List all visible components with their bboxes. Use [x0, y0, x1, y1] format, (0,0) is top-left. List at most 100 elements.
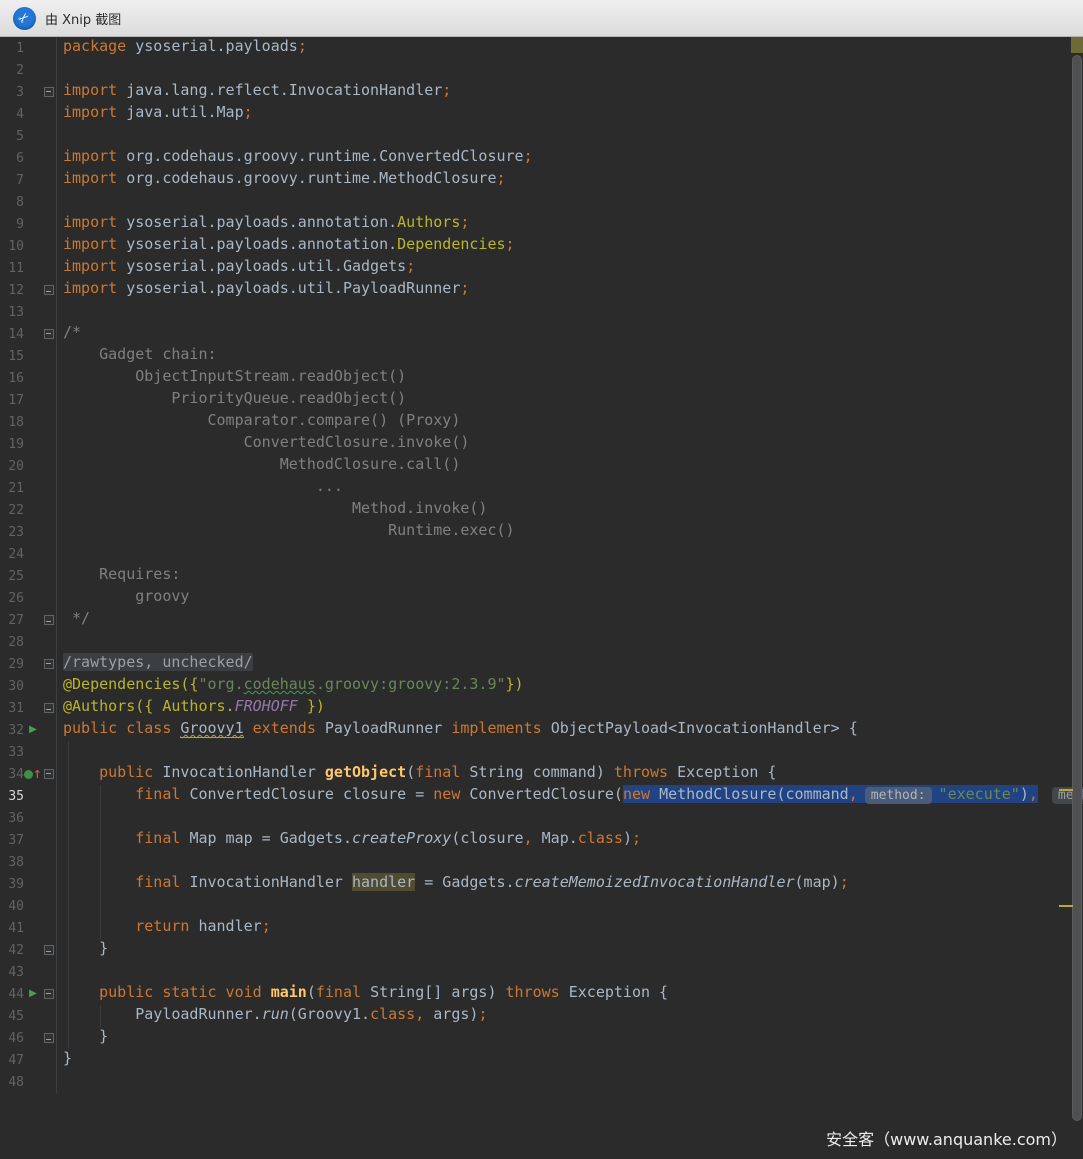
gutter[interactable]: 18 [0, 411, 57, 433]
gutter[interactable]: 48 [0, 1071, 57, 1093]
line-number[interactable]: 41 [0, 921, 24, 936]
code-line[interactable]: 46 } [0, 1027, 1083, 1049]
code-line[interactable]: 13 [0, 301, 1083, 323]
code-line[interactable]: 5 [0, 125, 1083, 147]
inspection-status-square[interactable] [1071, 37, 1083, 53]
code-text[interactable]: MethodClosure.call() [57, 455, 1083, 477]
code-text[interactable]: /rawtypes, unchecked/ [57, 653, 1083, 675]
code-line[interactable]: 25 Requires: [0, 565, 1083, 587]
line-number[interactable]: 40 [0, 899, 24, 914]
code-line[interactable]: 23 Runtime.exec() [0, 521, 1083, 543]
code-text[interactable]: Method.invoke() [57, 499, 1083, 521]
gutter[interactable]: 21 [0, 477, 57, 499]
code-line[interactable]: 34↑ public InvocationHandler getObject(f… [0, 763, 1083, 785]
line-number[interactable]: 21 [0, 481, 24, 496]
line-number[interactable]: 18 [0, 415, 24, 430]
line-number[interactable]: 15 [0, 349, 24, 364]
gutter[interactable]: 46 [0, 1027, 57, 1049]
gutter[interactable]: 11 [0, 257, 57, 279]
code-text[interactable]: package ysoserial.payloads; [57, 37, 1083, 59]
code-text[interactable]: public static void main(final String[] a… [57, 983, 1083, 1005]
gutter[interactable]: 7 [0, 169, 57, 191]
code-line[interactable]: 7import org.codehaus.groovy.runtime.Meth… [0, 169, 1083, 191]
line-number[interactable]: 46 [0, 1031, 24, 1046]
code-text[interactable]: @Authors({ Authors.FROHOFF }) [57, 697, 1083, 719]
fold-icon[interactable] [42, 939, 56, 961]
line-number[interactable]: 42 [0, 943, 24, 958]
line-number[interactable]: 20 [0, 459, 24, 474]
gutter[interactable]: 5 [0, 125, 57, 147]
gutter[interactable]: 31 [0, 697, 57, 719]
gutter[interactable]: 4 [0, 103, 57, 125]
line-number[interactable]: 37 [0, 833, 24, 848]
gutter[interactable]: 13 [0, 301, 57, 323]
code-line[interactable]: 31@Authors({ Authors.FROHOFF }) [0, 697, 1083, 719]
line-number[interactable]: 11 [0, 261, 24, 276]
code-text[interactable] [57, 631, 1083, 653]
code-text[interactable]: Requires: [57, 565, 1083, 587]
overrides-method-icon[interactable]: ↑ [24, 769, 42, 780]
gutter[interactable]: 37 [0, 829, 57, 851]
code-text[interactable]: import org.codehaus.groovy.runtime.Metho… [57, 169, 1083, 191]
fold-icon[interactable] [42, 983, 56, 1005]
fold-icon[interactable] [42, 609, 56, 631]
gutter[interactable]: 2 [0, 59, 57, 81]
code-line[interactable]: 37 final Map map = Gadgets.createProxy(c… [0, 829, 1083, 851]
code-text[interactable] [57, 191, 1083, 213]
line-number[interactable]: 27 [0, 613, 24, 628]
code-text[interactable]: } [57, 939, 1083, 961]
line-number[interactable]: 2 [0, 63, 24, 78]
scrollbar-thumb[interactable] [1072, 55, 1082, 1121]
code-line[interactable]: 18 Comparator.compare() (Proxy) [0, 411, 1083, 433]
gutter[interactable]: 29 [0, 653, 57, 675]
code-text[interactable]: PriorityQueue.readObject() [57, 389, 1083, 411]
line-number[interactable]: 25 [0, 569, 24, 584]
gutter[interactable]: 25 [0, 565, 57, 587]
code-line[interactable]: 17 PriorityQueue.readObject() [0, 389, 1083, 411]
code-text[interactable]: import java.lang.reflect.InvocationHandl… [57, 81, 1083, 103]
run-icon[interactable]: ▶ [24, 719, 42, 741]
line-number[interactable]: 30 [0, 679, 24, 694]
gutter[interactable]: 12 [0, 279, 57, 301]
code-line[interactable]: 40 [0, 895, 1083, 917]
code-line[interactable]: 19 ConvertedClosure.invoke() [0, 433, 1083, 455]
code-line[interactable]: 39 final InvocationHandler handler = Gad… [0, 873, 1083, 895]
code-text[interactable]: Gadget chain: [57, 345, 1083, 367]
gutter[interactable]: 3 [0, 81, 57, 103]
gutter[interactable]: 28 [0, 631, 57, 653]
code-text[interactable]: } [57, 1049, 1083, 1071]
line-number[interactable]: 35 [0, 789, 24, 804]
line-number[interactable]: 45 [0, 1009, 24, 1024]
code-line[interactable]: 48 [0, 1071, 1083, 1093]
gutter[interactable]: 9 [0, 213, 57, 235]
code-text[interactable] [57, 301, 1083, 323]
gutter[interactable]: 26 [0, 587, 57, 609]
line-number[interactable]: 12 [0, 283, 24, 298]
code-line[interactable]: 10import ysoserial.payloads.annotation.D… [0, 235, 1083, 257]
gutter[interactable]: 19 [0, 433, 57, 455]
code-line[interactable]: 2 [0, 59, 1083, 81]
gutter[interactable]: 24 [0, 543, 57, 565]
line-number[interactable]: 39 [0, 877, 24, 892]
gutter[interactable]: 36 [0, 807, 57, 829]
code-text[interactable] [57, 543, 1083, 565]
code-text[interactable]: */ [57, 609, 1083, 631]
code-line[interactable]: 35 final ConvertedClosure closure = new … [0, 785, 1083, 807]
code-text[interactable]: final ConvertedClosure closure = new Con… [57, 785, 1083, 807]
gutter[interactable]: 14 [0, 323, 57, 345]
code-line[interactable]: 4import java.util.Map; [0, 103, 1083, 125]
code-text[interactable]: groovy [57, 587, 1083, 609]
code-line[interactable]: 41 return handler; [0, 917, 1083, 939]
warning-stripe-mark[interactable] [1059, 789, 1073, 791]
code-text[interactable]: } [57, 1027, 1083, 1049]
code-editor[interactable]: 1package ysoserial.payloads;23import jav… [0, 37, 1083, 1159]
code-text[interactable] [57, 851, 1083, 873]
code-text[interactable] [57, 59, 1083, 81]
gutter[interactable]: 30 [0, 675, 57, 697]
line-number[interactable]: 19 [0, 437, 24, 452]
line-number[interactable]: 38 [0, 855, 24, 870]
gutter[interactable]: 38 [0, 851, 57, 873]
code-text[interactable]: import ysoserial.payloads.annotation.Dep… [57, 235, 1083, 257]
code-line[interactable]: 36 [0, 807, 1083, 829]
line-number[interactable]: 22 [0, 503, 24, 518]
